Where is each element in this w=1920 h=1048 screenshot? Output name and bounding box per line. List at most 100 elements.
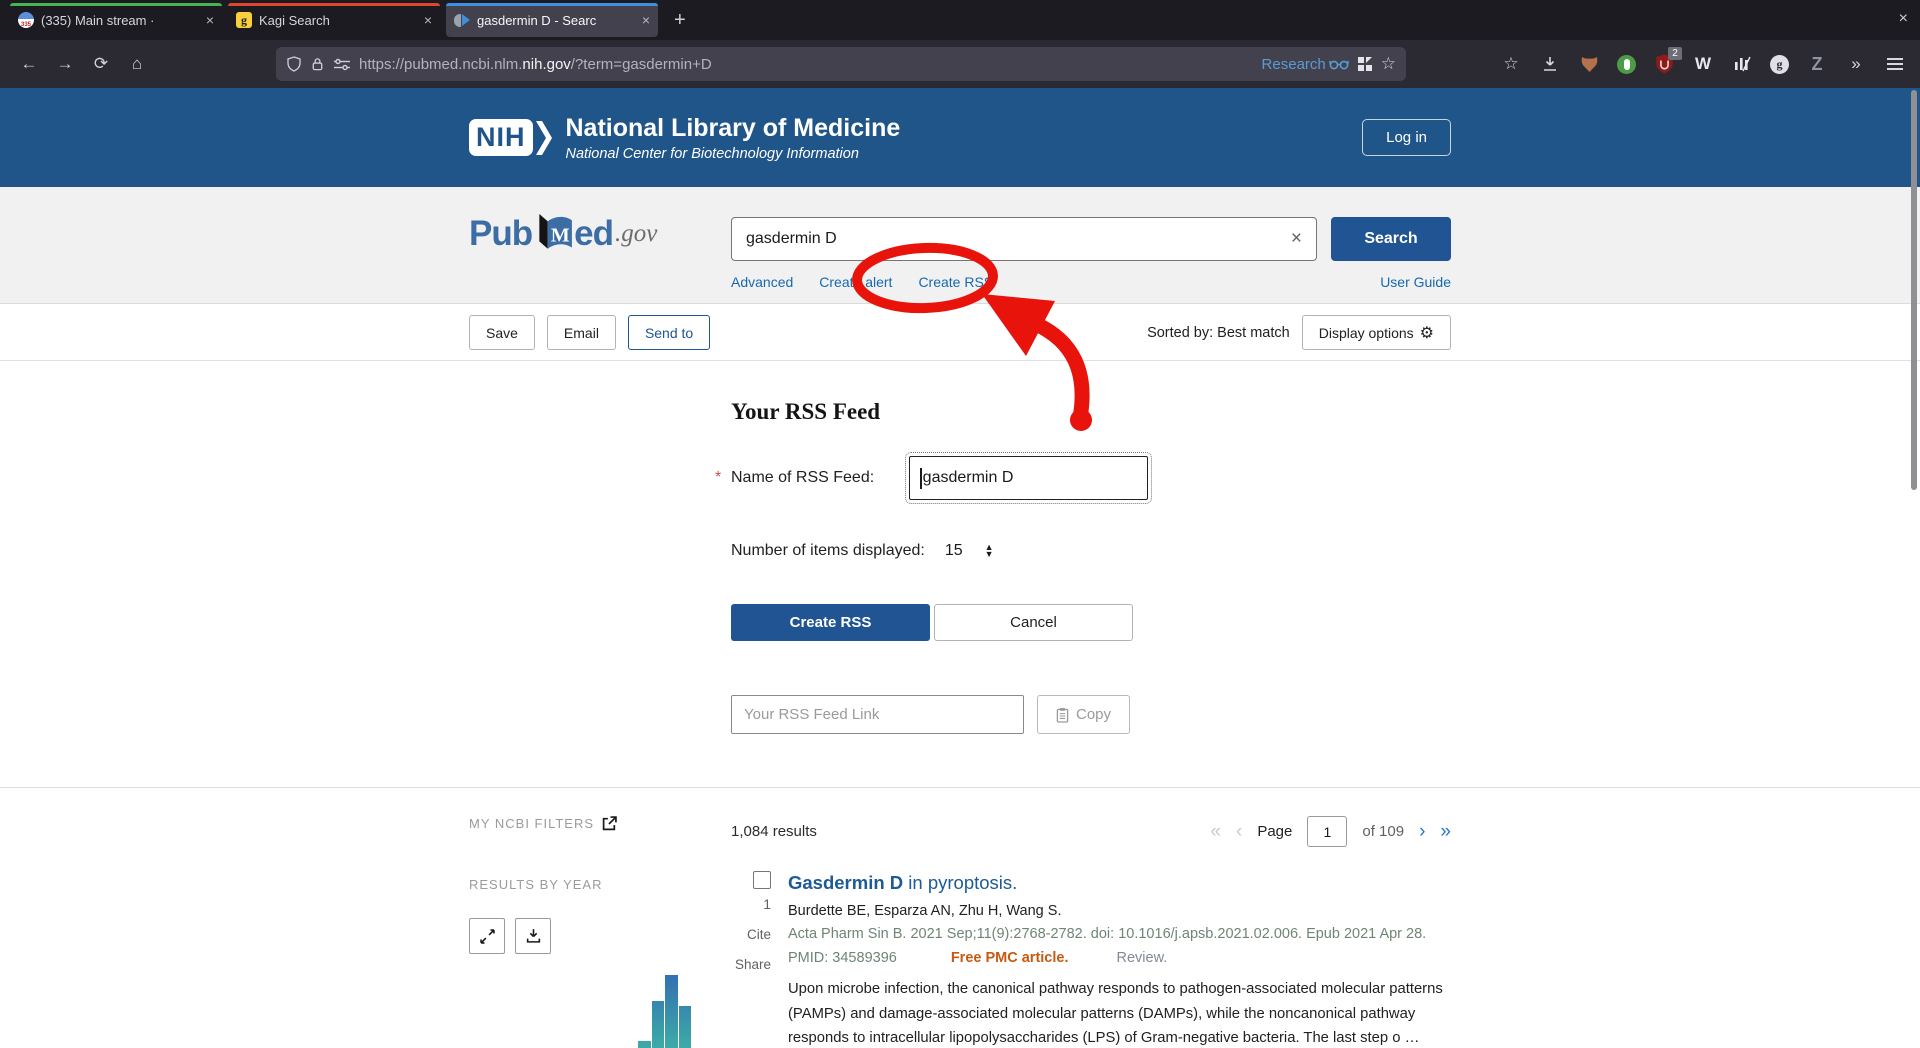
page-label: Page [1257,823,1292,840]
adblock-shield-icon[interactable]: 2 [1653,53,1675,75]
results-by-year-chart-bars [491,975,691,1048]
zotero-icon[interactable]: Z [1806,53,1828,75]
page-total-label: of 109 [1362,823,1404,840]
nih-subtitle: National Center for Biotechnology Inform… [566,146,901,162]
tab-favicon-pubmed [454,12,470,28]
overflow-chevron-icon[interactable]: » [1845,53,1867,75]
send-to-button[interactable]: Send to [628,315,710,350]
nih-title: National Library of Medicine [566,114,901,143]
shield-icon[interactable] [286,56,302,72]
gear-icon: ⚙ [1420,323,1434,343]
new-tab-button[interactable]: + [674,9,686,32]
results-count: 1,084 results [731,823,817,840]
year-bar-2020[interactable] [652,1001,664,1048]
filters-sidebar: MY NCBI FILTERS RESULTS BY YEAR [469,816,699,1048]
tab-kagi-search[interactable]: g Kagi Search × [228,3,440,37]
close-tab-icon[interactable]: × [424,12,432,28]
result-checkbox[interactable] [753,871,771,889]
results-section: MY NCBI FILTERS RESULTS BY YEAR [0,788,1920,1048]
nih-header-text: National Library of Medicine National Ce… [566,114,901,162]
prev-page-icon: ‹ [1236,821,1242,843]
url-bar[interactable]: https://pubmed.ncbi.nlm.nih.gov/?term=ga… [276,47,1406,81]
saved-star-icon[interactable]: ☆ [1500,53,1522,75]
save-button[interactable]: Save [469,315,535,350]
fox-extension-icon[interactable] [1578,53,1600,75]
close-tab-icon[interactable]: × [206,12,214,28]
download-chart-button[interactable] [515,918,551,954]
home-icon[interactable]: ⌂ [122,54,152,74]
cancel-button[interactable]: Cancel [934,604,1133,641]
year-bar-2019[interactable] [638,1041,650,1048]
close-tab-icon[interactable]: × [642,12,650,28]
share-button[interactable]: Share [735,957,771,972]
stepper-icon[interactable]: ▲ ▼ [985,544,994,558]
my-ncbi-filters[interactable]: MY NCBI FILTERS [469,816,699,831]
downloads-icon[interactable] [1539,53,1561,75]
vertical-scrollbar[interactable] [1911,90,1917,490]
nih-logo[interactable]: NIH National Library of Medicine Nationa… [469,114,900,162]
results-main: 1,084 results « ‹ Page 1 of 109 › » [731,816,1451,1048]
items-displayed-label: Number of items displayed: [731,542,925,560]
result-authors: Burdette BE, Esparza AN, Zhu H, Wang S. [788,903,1451,919]
pubmed-logo[interactable]: Pub M ed .gov [469,213,657,255]
login-button[interactable]: Log in [1362,119,1451,156]
research-page-action[interactable]: Research [1262,56,1349,73]
rss-feed-link-input[interactable]: Your RSS Feed Link [731,695,1024,734]
permissions-sliders-icon[interactable] [333,57,351,71]
year-bar-2022[interactable] [679,1006,691,1048]
equalizer-extension-icon[interactable] [1731,53,1753,75]
year-bar-2021[interactable] [665,975,677,1048]
tab-pubmed-active[interactable]: gasdermin D - Searc × [446,3,658,37]
cite-button[interactable]: Cite [747,927,771,942]
bookmark-star-icon[interactable]: ☆ [1381,54,1396,74]
rss-name-input[interactable]: gasdermin D [909,456,1148,500]
close-icon[interactable]: × [1899,10,1908,28]
external-link-icon [602,816,617,831]
tab-main-stream[interactable]: 335 (335) Main stream · × [10,3,222,37]
tab-favicon-stream: 335 [18,12,34,28]
userscript-extension-icon[interactable] [1617,55,1636,74]
expand-chart-button[interactable] [469,918,505,954]
shortcuts-grid-icon[interactable] [1357,56,1373,72]
clear-search-icon[interactable]: × [1291,228,1302,250]
back-icon[interactable]: ← [14,54,44,74]
container-color-line [228,3,440,6]
next-page-icon[interactable]: › [1419,821,1425,843]
profile-extension-icon[interactable]: g [1770,55,1789,74]
sorted-by-label: Sorted by: Best match [1147,325,1290,341]
glasses-icon [1329,58,1349,70]
tab-title: Kagi Search [259,13,417,28]
tab-title: gasdermin D - Searc [477,13,635,28]
rss-section-heading: Your RSS Feed [731,399,1451,425]
menu-icon[interactable] [1884,53,1906,75]
reload-icon[interactable]: ⟳ [86,54,116,74]
copy-button[interactable]: Copy [1037,695,1130,734]
create-alert-link[interactable]: Create alert [819,274,892,290]
email-button[interactable]: Email [547,315,616,350]
lock-icon[interactable] [310,56,325,72]
nih-header: NIH National Library of Medicine Nationa… [0,88,1920,187]
search-input[interactable]: gasdermin D × [731,217,1317,261]
search-button[interactable]: Search [1331,217,1451,261]
first-page-icon: « [1210,821,1221,843]
clipboard-icon [1056,707,1069,723]
pubmed-book-icon: M [532,213,574,255]
required-asterisk: * [715,469,721,487]
url-text[interactable]: https://pubmed.ncbi.nlm.nih.gov/?term=ga… [359,56,712,73]
results-by-year-chart [469,960,699,1048]
create-rss-button[interactable]: Create RSS [731,604,930,641]
nih-logo-acronym: NIH [469,119,533,156]
rss-feed-section: Your RSS Feed * Name of RSS Feed: gasder… [0,361,1920,788]
last-page-icon[interactable]: » [1440,821,1451,843]
user-guide-link[interactable]: User Guide [1380,274,1451,290]
advanced-link[interactable]: Advanced [731,274,793,290]
forward-icon[interactable]: → [50,54,80,74]
items-displayed-value: 15 [945,542,963,560]
display-options-button[interactable]: Display options ⚙ [1302,315,1451,350]
pagination: « ‹ Page 1 of 109 › » [1210,816,1451,847]
create-rss-link[interactable]: Create RSS [918,274,993,290]
wallabag-icon[interactable]: W [1692,53,1714,75]
result-title-link[interactable]: Gasdermin D in pyroptosis. [788,871,1451,895]
page-number-input[interactable]: 1 [1307,816,1347,847]
svg-text:M: M [551,224,570,246]
